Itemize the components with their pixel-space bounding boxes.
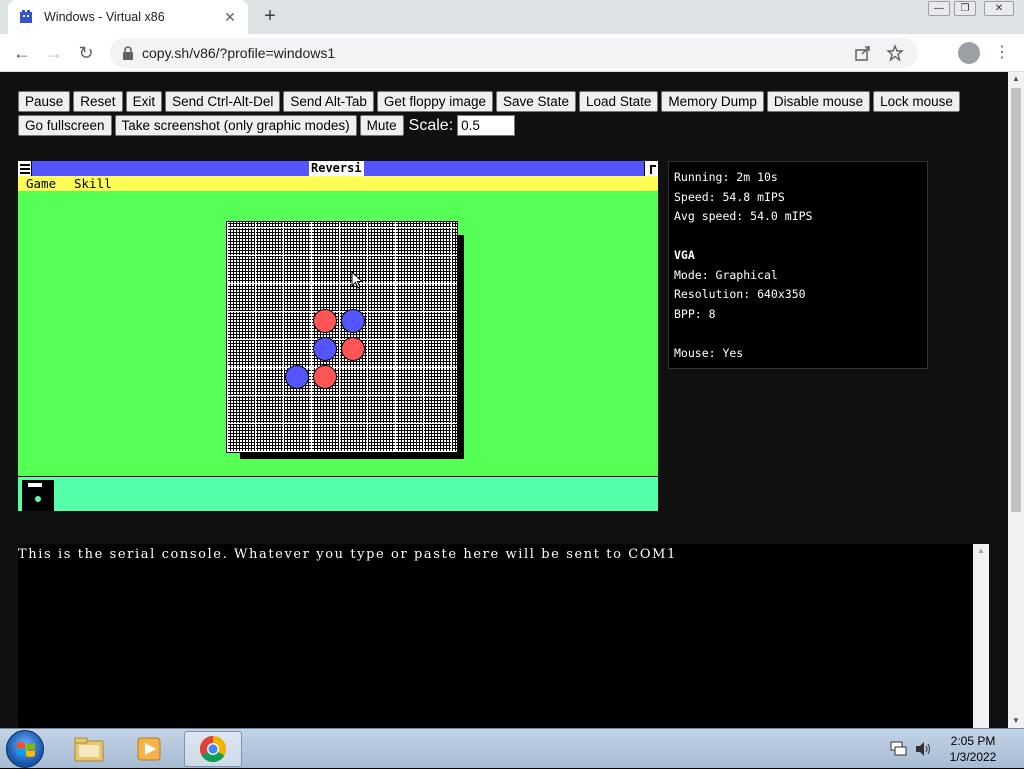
scrollbar-thumb[interactable] xyxy=(1011,88,1021,512)
explorer-taskbar-item[interactable] xyxy=(60,731,118,767)
tab-close-icon[interactable]: ✕ xyxy=(222,9,238,26)
volume-icon[interactable] xyxy=(914,741,932,757)
reload-button[interactable]: ↻ xyxy=(74,41,98,65)
reversi-piece-blue xyxy=(341,309,365,333)
board-grid xyxy=(227,222,457,452)
pause-button[interactable]: Pause xyxy=(18,91,71,112)
reversi-piece-red xyxy=(313,365,337,389)
v86-favicon-icon xyxy=(20,10,32,23)
emulator-stats-panel: Running: 2m 10s Speed: 54.8 mIPS Avg spe… xyxy=(668,161,928,369)
browser-toolbar: ← → ↻ copy.sh/v86/?profile=windows1 ⋮ xyxy=(0,34,1024,72)
browser-tab-bar: Windows - Virtual x86 ✕ + — ❐ ✕ xyxy=(0,0,1024,34)
send-ctrl-alt-del-button[interactable]: Send Ctrl-Alt-Del xyxy=(165,91,281,112)
close-window-button[interactable]: ✕ xyxy=(984,1,1014,16)
reversi-titlebar[interactable]: Reversi xyxy=(18,161,658,176)
take-screenshot-button[interactable]: Take screenshot (only graphic modes) xyxy=(114,115,357,136)
load-state-button[interactable]: Load State xyxy=(579,91,659,112)
chrome-taskbar-item[interactable] xyxy=(184,731,242,767)
back-button[interactable]: ← xyxy=(10,41,34,65)
stat-running: Running: 2m 10s xyxy=(674,170,778,184)
reversi-piece-blue xyxy=(285,365,309,389)
reversi-menubar: Game Skill xyxy=(18,176,658,191)
get-floppy-image-button[interactable]: Get floppy image xyxy=(376,91,493,112)
network-icon[interactable] xyxy=(890,741,908,757)
floppy-disk-icon[interactable] xyxy=(22,480,54,511)
serial-scroll-up-arrow-icon[interactable]: ▲ xyxy=(973,544,989,558)
memory-dump-button[interactable]: Memory Dump xyxy=(661,91,764,112)
profile-avatar[interactable] xyxy=(958,42,980,64)
minimize-button[interactable]: — xyxy=(928,1,950,16)
lock-mouse-button[interactable]: Lock mouse xyxy=(873,91,960,112)
mouse-cursor-icon xyxy=(351,271,363,289)
star-icon[interactable] xyxy=(886,44,904,62)
reset-button[interactable]: Reset xyxy=(73,91,123,112)
stat-mode: Mode: Graphical xyxy=(674,267,778,282)
browser-menu-icon[interactable]: ⋮ xyxy=(994,43,1010,63)
scroll-up-arrow-icon[interactable]: ▲ xyxy=(1008,72,1024,86)
go-fullscreen-button[interactable]: Go fullscreen xyxy=(18,115,112,136)
scale-label: Scale: xyxy=(408,117,454,134)
chrome-icon xyxy=(199,735,227,763)
emulator-screen[interactable]: Reversi Game Skill xyxy=(18,161,658,511)
media-player-icon xyxy=(137,737,161,761)
exit-button[interactable]: Exit xyxy=(125,91,163,112)
forward-button[interactable]: → xyxy=(42,41,66,65)
stat-mouse: Mouse: Yes xyxy=(674,345,744,360)
stat-spacer xyxy=(674,227,922,247)
clock-time: 2:05 PM xyxy=(950,734,996,748)
stat-resolution: Resolution: 640x350 xyxy=(674,287,806,301)
browser-tab[interactable]: Windows - Virtual x86 ✕ xyxy=(8,0,248,34)
lock-icon[interactable] xyxy=(122,46,134,60)
media-player-taskbar-item[interactable] xyxy=(120,731,178,767)
address-bar[interactable]: copy.sh/v86/?profile=windows1 xyxy=(110,38,918,68)
stat-speed: Speed: 54.8 mIPS xyxy=(674,189,785,204)
share-icon[interactable] xyxy=(854,44,872,62)
start-button[interactable] xyxy=(6,730,44,768)
reversi-piece-blue xyxy=(313,337,337,361)
page-scrollbar[interactable]: ▲ ▼ xyxy=(1008,72,1024,728)
mute-button[interactable]: Mute xyxy=(359,115,404,136)
emulator-controls: Pause Reset Exit Send Ctrl-Alt-Del Send Alt-… xyxy=(18,91,990,139)
windows-taskbar: 2:05 PM 1/3/2022 xyxy=(0,728,1024,768)
new-tab-button[interactable]: + xyxy=(260,6,280,26)
stat-vga-heading: VGA xyxy=(674,248,695,262)
reversi-window-title: Reversi xyxy=(309,161,364,176)
windows-icon-area xyxy=(18,476,658,511)
clock-date: 1/3/2022 xyxy=(949,750,997,764)
reversi-board[interactable] xyxy=(226,221,458,453)
stat-spacer xyxy=(674,324,922,344)
windows-logo-icon xyxy=(17,742,35,757)
reversi-piece-red xyxy=(341,337,365,361)
serial-console-scrollbar[interactable]: ▲ xyxy=(973,544,989,728)
maximize-icon[interactable] xyxy=(644,161,658,176)
stat-avg-speed: Avg speed: 54.0 mIPS xyxy=(674,209,813,223)
save-state-button[interactable]: Save State xyxy=(495,91,577,112)
scale-input[interactable] xyxy=(457,115,516,136)
reversi-piece-red xyxy=(313,309,337,333)
restore-button[interactable]: ❐ xyxy=(954,1,976,16)
explorer-icon xyxy=(74,737,104,762)
page-content: Pause Reset Exit Send Ctrl-Alt-Del Send Alt-… xyxy=(0,72,1008,728)
scroll-down-arrow-icon[interactable]: ▼ xyxy=(1008,714,1024,728)
url-text[interactable]: copy.sh/v86/?profile=windows1 xyxy=(142,45,854,61)
tab-title: Windows - Virtual x86 xyxy=(44,10,165,24)
system-menu-icon[interactable] xyxy=(18,161,32,176)
taskbar-clock[interactable]: 2:05 PM 1/3/2022 xyxy=(936,733,1010,765)
serial-console[interactable]: This is the serial console. Whatever you… xyxy=(18,544,973,728)
menu-game[interactable]: Game xyxy=(26,176,56,191)
send-alt-tab-button[interactable]: Send Alt-Tab xyxy=(283,91,374,112)
menu-skill[interactable]: Skill xyxy=(74,176,112,191)
disable-mouse-button[interactable]: Disable mouse xyxy=(766,91,871,112)
stat-bpp: BPP: 8 xyxy=(674,306,716,321)
